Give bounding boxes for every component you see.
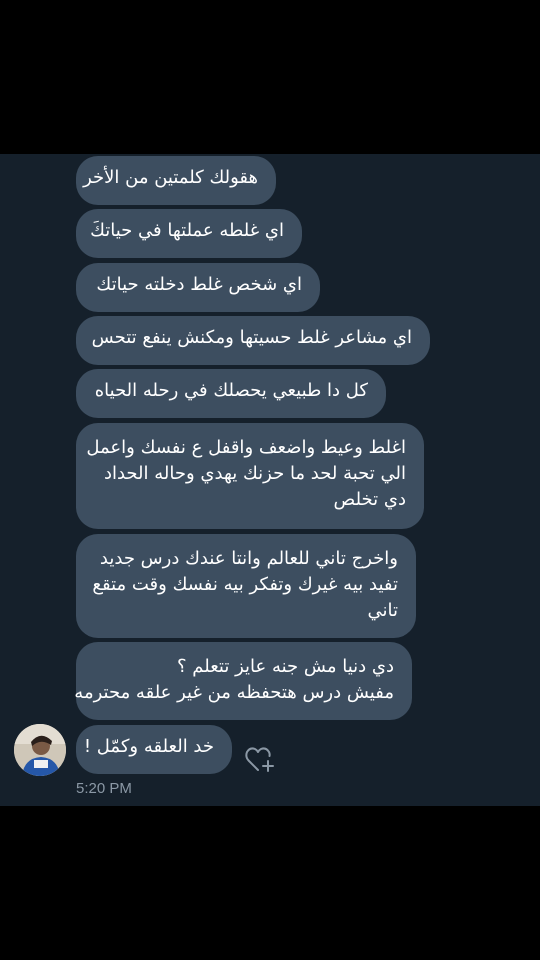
add-reaction-heart-icon[interactable] bbox=[244, 744, 276, 774]
message-line: مفيش درس هتحفظه من غير علقه محترمه bbox=[74, 682, 394, 703]
message-bubble[interactable]: اي شخص غلط دخلته حياتك bbox=[76, 263, 320, 312]
message-bubble[interactable]: اي مشاعر غلط حسيتها ومكنش ينفع تتحس bbox=[76, 316, 430, 365]
message-line: اي غلطه عملتها في حياتكَ bbox=[90, 220, 284, 241]
message-bubble[interactable]: خد العلقه وكمّل ! bbox=[76, 725, 232, 774]
message-line: كل دا طبيعي يحصلك في رحله الحياه bbox=[94, 380, 368, 401]
message-line: تفيد بيه غيرك وتفكر بيه نفسك وقت متقع bbox=[92, 574, 398, 595]
message-line: واخرج تاني للعالم وانتا عندك درس جديد bbox=[99, 548, 398, 569]
message-bubble[interactable]: كل دا طبيعي يحصلك في رحله الحياه bbox=[76, 369, 386, 418]
message-line: خد العلقه وكمّل ! bbox=[83, 736, 214, 757]
message-line: اغلط وعيط واضعف واقفل ع نفسك واعمل bbox=[86, 437, 406, 458]
message-timestamp: 5:20 PM bbox=[76, 780, 132, 797]
message-bubble[interactable]: اغلط وعيط واضعف واقفل ع نفسك واعمل الي ت… bbox=[76, 423, 424, 529]
message-line: تاني bbox=[367, 600, 398, 621]
message-line: اي شخص غلط دخلته حياتك bbox=[96, 274, 302, 295]
avatar[interactable] bbox=[14, 724, 66, 776]
message-line: الي تحبة لحد ما حزنك يهدي وحاله الحداد bbox=[103, 463, 406, 484]
message-bubble[interactable]: اي غلطه عملتها في حياتكَ bbox=[76, 209, 302, 258]
avatar-photo bbox=[14, 724, 66, 776]
message-line: دي دنيا مش جنه عايز تتعلم ؟ bbox=[177, 656, 394, 677]
message-bubble[interactable]: دي دنيا مش جنه عايز تتعلم ؟ مفيش درس هتح… bbox=[74, 642, 412, 720]
message-line: دي تخلص bbox=[333, 489, 406, 510]
message-bubble[interactable]: واخرج تاني للعالم وانتا عندك درس جديد تف… bbox=[76, 534, 416, 638]
message-line: هقولك كلمتين من الأخر bbox=[83, 167, 258, 188]
message-bubble[interactable]: هقولك كلمتين من الأخر bbox=[76, 156, 276, 205]
message-line: اي مشاعر غلط حسيتها ومكنش ينفع تتحس bbox=[91, 327, 412, 348]
